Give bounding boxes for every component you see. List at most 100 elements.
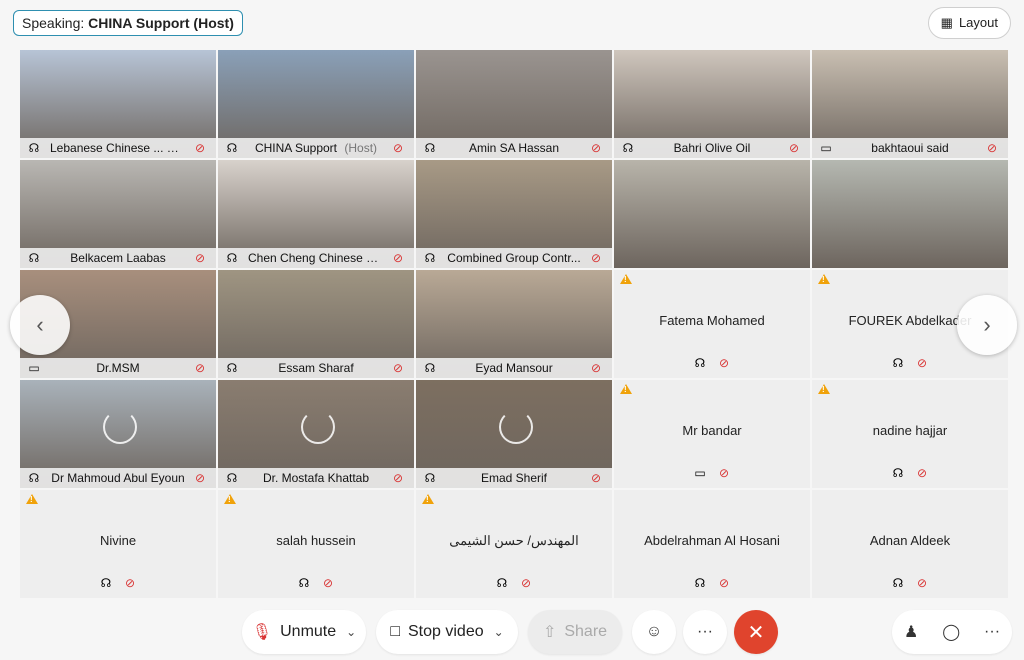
headset-icon: ☊ <box>226 361 238 375</box>
screen-icon: ▭ <box>820 141 832 155</box>
chat-icon[interactable]: ◯ <box>942 622 960 642</box>
participant-tile[interactable]: ☊ Dr Mahmoud Abul Eyoun ⊘ <box>20 380 216 488</box>
right-panel-controls: ♟ ◯ ··· <box>892 610 1012 654</box>
participant-status-icons: ☊ ⊘ <box>20 576 216 590</box>
grid-icon: ▦ <box>940 15 953 30</box>
mic-off-icon: ⊘ <box>194 361 206 375</box>
participant-tile[interactable]: ▭ bakhtaoui said ⊘ <box>812 50 1008 158</box>
chevron-down-icon[interactable]: ⌄ <box>494 625 504 639</box>
tile-name-bar: ☊ Dr Mahmoud Abul Eyoun ⊘ <box>20 468 216 488</box>
mic-off-icon: ⊘ <box>194 251 206 265</box>
layout-button[interactable]: ▦ Layout <box>927 7 1011 39</box>
mic-off-icon: ⊘ <box>916 466 928 480</box>
previous-page-button[interactable]: ‹ <box>10 295 70 355</box>
tile-name-bar: ☊ Emad Sherif ⊘ <box>416 468 612 488</box>
participant-name: Fatema Mohamed <box>659 313 765 328</box>
speaking-name: CHINA Support (Host) <box>88 15 234 31</box>
chevron-down-icon[interactable]: ⌄ <box>346 625 356 639</box>
tile-name-bar: ☊ CHINA Support (Host) ⊘ <box>218 138 414 158</box>
participant-name: salah hussein <box>276 533 356 548</box>
headset-icon: ☊ <box>424 141 436 155</box>
mic-off-icon: ⊘ <box>916 356 928 370</box>
participants-icon[interactable]: ♟ <box>904 622 918 642</box>
headset-icon: ☊ <box>28 251 40 265</box>
warning-icon <box>818 384 830 394</box>
warning-icon <box>818 274 830 284</box>
participant-tile[interactable]: Mr bandar ▭⊘ <box>614 380 810 488</box>
participant-tile[interactable]: nadine hajjar ☊ ⊘ <box>812 380 1008 488</box>
next-page-button[interactable]: › <box>957 295 1017 355</box>
participant-tile[interactable]: ☊ Combined Group Contr... ⊘ <box>416 160 612 268</box>
headset-icon: ☊ <box>28 141 40 155</box>
participant-role-tag: (Me) <box>170 141 190 155</box>
headset-icon: ☊ <box>424 361 436 375</box>
smiley-icon: ☺ <box>645 623 663 640</box>
mic-off-icon: ⊘ <box>718 466 730 480</box>
loading-spinner-icon <box>499 410 533 444</box>
tile-name-bar: ☊ Amin SA Hassan ⊘ <box>416 138 612 158</box>
mic-off-icon: ⊘ <box>590 141 602 155</box>
participant-name: Eyad Mansour <box>475 361 553 375</box>
participant-tile[interactable]: ☊ CHINA Support (Host) ⊘ <box>218 50 414 158</box>
warning-icon <box>422 494 434 504</box>
participant-tile[interactable]: ☊ Bahri Olive Oil ⊘ <box>614 50 810 158</box>
share-button[interactable]: ⇧ Share <box>528 610 622 654</box>
headset-icon: ☊ <box>496 576 508 590</box>
participant-tile[interactable] <box>614 160 810 268</box>
bottom-toolbar: 🎙︎ Unmute ⌄ □ Stop video ⌄ ⇧ Share ☺ ···… <box>0 604 1024 660</box>
participant-name: bakhtaoui said <box>871 141 949 155</box>
mic-off-icon: ⊘ <box>194 471 206 485</box>
participant-tile[interactable]: Fatema Mohamed☊⊘ <box>614 270 810 378</box>
participant-tile[interactable]: ☊ Lebanese Chinese ... (Me) ⊘ <box>20 50 216 158</box>
tile-name-bar: ☊ Belkacem Laabas ⊘ <box>20 248 216 268</box>
reactions-button[interactable]: ☺ <box>632 610 676 654</box>
warning-icon <box>620 274 632 284</box>
participant-tile[interactable]: ☊ Essam Sharaf ⊘ <box>218 270 414 378</box>
mic-off-icon: ⊘ <box>590 251 602 265</box>
participant-tile[interactable]: ☊ Chen Cheng Chinese E... ⊘ <box>218 160 414 268</box>
participant-tile[interactable]: Nivine☊⊘ <box>20 490 216 598</box>
unmute-button[interactable]: 🎙︎ Unmute ⌄ <box>242 610 366 654</box>
participant-name: Mr bandar <box>682 423 742 438</box>
participant-name: Essam Sharaf <box>278 361 354 375</box>
headset-icon: ☊ <box>892 466 904 480</box>
stop-video-button[interactable]: □ Stop video ⌄ <box>376 610 518 654</box>
participant-role-tag: (Host) <box>344 141 378 155</box>
participant-name: Bahri Olive Oil <box>673 141 751 155</box>
chevron-left-icon: ‹ <box>36 312 44 337</box>
headset-icon: ☊ <box>226 141 238 155</box>
participant-status-icons: ▭ ⊘ <box>614 466 810 480</box>
participant-tile[interactable]: Adnan Aldeek ☊ ⊘ <box>812 490 1008 598</box>
warning-icon <box>26 494 38 504</box>
participant-tile[interactable]: salah hussein☊⊘ <box>218 490 414 598</box>
tile-name-bar: ☊ Dr. Mostafa Khattab ⊘ <box>218 468 414 488</box>
participant-name: المهندس/ حسن الشيمى <box>449 533 579 548</box>
mic-off-icon: ⊘ <box>788 141 800 155</box>
headset-icon: ☊ <box>298 576 310 590</box>
participant-status-icons: ☊ ⊘ <box>812 356 1008 370</box>
leave-meeting-button[interactable]: ✕ <box>734 610 778 654</box>
camera-icon: □ <box>390 623 400 640</box>
top-bar: Speaking: CHINA Support (Host) ▦ Layout <box>0 0 1024 46</box>
participant-tile[interactable]: ☊ Eyad Mansour ⊘ <box>416 270 612 378</box>
participant-tile[interactable]: Abdelrahman Al Hosani ☊ ⊘ <box>614 490 810 598</box>
tile-name-bar: ☊ Chen Cheng Chinese E... ⊘ <box>218 248 414 268</box>
share-icon: ⇧ <box>542 624 557 641</box>
participant-name: nadine hajjar <box>872 423 948 438</box>
more-options-button[interactable]: ··· <box>683 610 727 654</box>
mic-off-icon: ⊘ <box>916 576 928 590</box>
headset-icon: ☊ <box>100 576 112 590</box>
headset-icon: ☊ <box>226 471 238 485</box>
chevron-right-icon: › <box>983 312 991 337</box>
participant-tile[interactable]: ☊ Amin SA Hassan ⊘ <box>416 50 612 158</box>
participant-tile[interactable]: ☊ Dr. Mostafa Khattab ⊘ <box>218 380 414 488</box>
tile-name-bar: ☊ Lebanese Chinese ... (Me) ⊘ <box>20 138 216 158</box>
ellipsis-icon[interactable]: ··· <box>984 623 1000 641</box>
share-label: Share <box>564 623 608 640</box>
participant-tile[interactable]: المهندس/ حسن الشيمى☊⊘ <box>416 490 612 598</box>
participant-tile[interactable]: ☊ Belkacem Laabas ⊘ <box>20 160 216 268</box>
unmute-label: Unmute <box>280 623 337 640</box>
participant-tile[interactable] <box>812 160 1008 268</box>
participant-tile[interactable]: ☊ Emad Sherif ⊘ <box>416 380 612 488</box>
mic-off-icon: ⊘ <box>392 361 404 375</box>
